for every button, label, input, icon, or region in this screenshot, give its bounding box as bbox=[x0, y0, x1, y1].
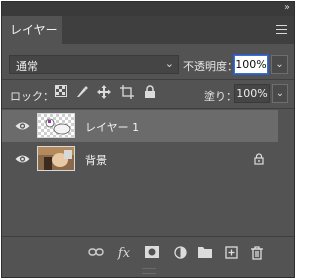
fx-icon[interactable]: fx bbox=[116, 246, 132, 262]
trash-icon[interactable] bbox=[249, 246, 265, 262]
eye-icon[interactable] bbox=[15, 153, 30, 165]
fill-dropdown-button[interactable]: ⌄ bbox=[272, 84, 288, 103]
blend-mode-select[interactable]: 通常 ⌄ bbox=[9, 55, 179, 74]
link-icon[interactable] bbox=[88, 246, 104, 262]
tab-layers[interactable]: レイヤー bbox=[2, 16, 62, 44]
fill-input[interactable]: 100% bbox=[234, 84, 270, 103]
lock-artboard-icon[interactable] bbox=[120, 85, 134, 99]
blend-mode-value: 通常 bbox=[16, 60, 38, 73]
lock-all-icon[interactable] bbox=[143, 85, 157, 99]
lock-transparent-pixels-icon[interactable] bbox=[54, 85, 68, 99]
eye-icon[interactable] bbox=[15, 120, 30, 132]
lock-position-icon[interactable] bbox=[97, 85, 111, 99]
fill-label: 塗り： bbox=[204, 90, 237, 103]
chevron-down-icon: ⌄ bbox=[164, 57, 174, 70]
layer-thumbnail bbox=[37, 113, 75, 138]
double-chevron-right-icon[interactable]: ›› bbox=[284, 2, 290, 13]
lock-icon bbox=[253, 153, 265, 165]
layer-name[interactable]: レイヤー 1 bbox=[85, 119, 139, 135]
layer-row-layer1[interactable]: レイヤー 1 bbox=[2, 110, 278, 142]
panel-collapse-strip[interactable]: ›› bbox=[2, 2, 294, 16]
layer-thumbnail bbox=[37, 146, 75, 171]
lock-image-pixels-icon[interactable] bbox=[75, 85, 89, 99]
lock-label: ロック： bbox=[10, 90, 54, 103]
layer-row-background[interactable]: 背景 bbox=[2, 143, 278, 175]
tab-bar: レイヤー bbox=[2, 16, 294, 44]
new-layer-icon[interactable] bbox=[223, 246, 239, 262]
divider bbox=[2, 108, 294, 109]
layer-list: レイヤー 1 背景 bbox=[2, 110, 294, 236]
opacity-label: 不透明度： bbox=[183, 60, 238, 73]
adjustment-icon[interactable] bbox=[172, 246, 188, 262]
resize-grip[interactable] bbox=[142, 268, 156, 274]
divider bbox=[2, 79, 294, 80]
layer-name[interactable]: 背景 bbox=[85, 152, 107, 168]
divider bbox=[2, 236, 294, 237]
layers-panel: ›› レイヤー 通常 ⌄ 不透明度： 100% ⌄ ロック： 塗り： 100% … bbox=[1, 1, 295, 278]
layers-toolbar: fx bbox=[2, 238, 294, 268]
opacity-input[interactable]: 100% bbox=[234, 55, 268, 74]
mask-icon[interactable] bbox=[144, 246, 160, 262]
opacity-dropdown-button[interactable]: ⌄ bbox=[271, 55, 288, 74]
folder-icon[interactable] bbox=[197, 246, 213, 262]
panel-menu-icon[interactable] bbox=[276, 25, 287, 34]
